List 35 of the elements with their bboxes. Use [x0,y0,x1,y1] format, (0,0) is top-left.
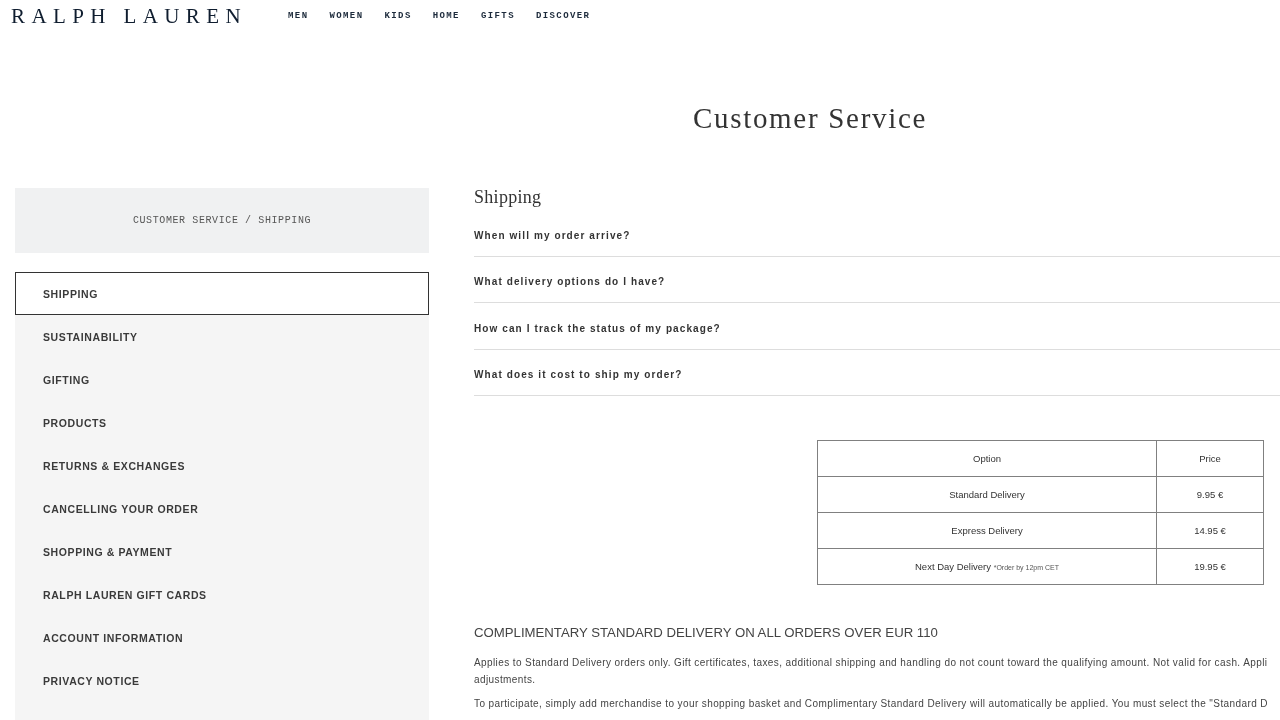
option-text: Next Day Delivery [915,561,991,572]
body-paragraph: To participate, simply add merchandise to your shopping basket and Complimentary Standard Delivery will automatically be applied. You must select the "Standard D [474,697,1269,711]
table-cell: 14.95 € [1156,512,1264,549]
faq-question[interactable]: What does it cost to ship my order? [474,349,1280,396]
sidebar-link[interactable]: ACCOUNT INFORMATION [15,616,429,659]
nav-link[interactable]: GIFTS [480,10,515,21]
sidebar-link[interactable]: SUSTAINABILITY [15,315,429,358]
nav-link[interactable]: DISCOVER [535,10,591,21]
faq-question[interactable]: When will my order arrive? [474,210,1280,257]
nav-link[interactable]: MEN [288,10,309,21]
breadcrumb: CUSTOMER SERVICE / SHIPPING [15,188,429,253]
section-heading: Shipping [474,187,543,207]
nav-link[interactable]: HOME [432,10,460,21]
body-paragraph: Applies to Standard Delivery orders only. Gift certificates, taxes, additional shipping and handling do not count toward the qualifying amount. Not valid for cash. Appli adjustments. [474,656,1269,687]
table-cell: Express Delivery [817,512,1157,549]
sidebar-link[interactable]: RETURNS & EXCHANGES [15,444,429,487]
table-cell: 19.95 € [1156,548,1264,585]
promo-heading: COMPLIMENTARY STANDARD DELIVERY ON ALL ORDERS OVER EUR 110 [474,625,939,641]
sidebar-link[interactable]: RALPH LAUREN GIFT CARDS [15,573,429,616]
sidebar-link[interactable]: GIFTING [15,358,429,401]
sidebar-link[interactable]: PRODUCTS [15,401,429,444]
table-cell: 9.95 € [1156,476,1264,513]
sidebar-link[interactable]: CANCELLING YOUR ORDER [15,487,429,530]
nav-link[interactable]: KIDS [384,10,412,21]
sidebar-link[interactable]: PRIVACY NOTICE [15,659,429,702]
faq-question[interactable]: How can I track the status of my package? [474,303,1280,350]
brand-logo[interactable]: RALPH LAUREN [11,3,248,28]
table-header-cell: Price [1156,440,1264,477]
sidebar-link[interactable]: SHOPPING & PAYMENT [15,530,429,573]
page-title: Customer Service [692,102,928,134]
table-header-cell: Option [817,440,1157,477]
sidebar-link[interactable]: SHIPPING [15,272,429,315]
faq-question[interactable]: What delivery options do I have? [474,256,1280,303]
nav-link[interactable]: WOMEN [329,10,364,21]
table-cell: Standard Delivery [817,476,1157,513]
